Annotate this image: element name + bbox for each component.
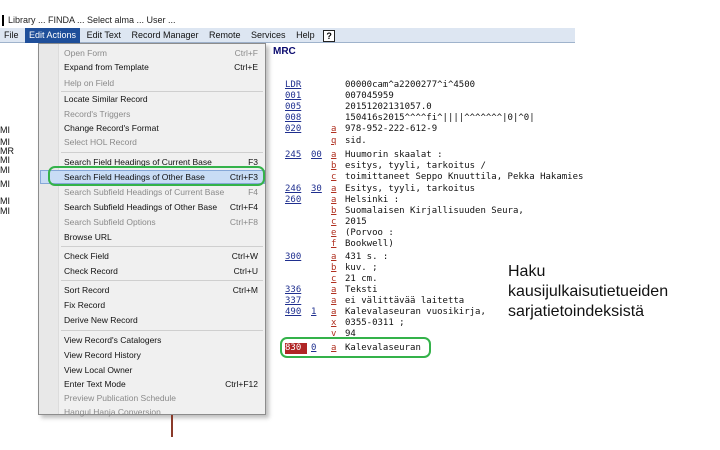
menu-services[interactable]: Services xyxy=(247,28,290,43)
menu-separator xyxy=(61,246,263,247)
menu-record-manager[interactable]: Record Manager xyxy=(127,28,202,43)
tree-item[interactable]: MI xyxy=(0,179,10,189)
edit-actions-dropdown: Open Form Ctrl+F Expand from Template Ctrl… xyxy=(38,43,266,418)
annotation-text: Haku kausijulkaisutietueiden sarjatietoi… xyxy=(508,263,669,320)
tree-item[interactable]: MI xyxy=(0,165,10,175)
menu-separator xyxy=(61,91,263,92)
menu-separator xyxy=(61,280,263,281)
menu-item-search-subfield-options[interactable]: Search Subfield Options Ctrl+F8 xyxy=(64,216,262,228)
menu-item-select-hol-record[interactable]: Select HOL Record xyxy=(64,136,262,148)
menu-item-change-record-format[interactable]: Change Record's Format xyxy=(64,122,262,134)
menu-icon-gutter xyxy=(39,44,59,414)
menu-item-browse-url[interactable]: Browse URL xyxy=(64,231,262,243)
menu-help[interactable]: Help xyxy=(292,28,319,43)
menu-item-check-field[interactable]: Check Field Ctrl+W xyxy=(64,250,262,262)
menu-item-sort-record[interactable]: Sort Record Ctrl+M xyxy=(64,284,262,296)
menu-item-view-record-history[interactable]: View Record History xyxy=(64,349,262,361)
window-title-bar: Library ... FINDA ... Select alma ... Us… xyxy=(0,13,575,28)
menu-edit-text[interactable]: Edit Text xyxy=(83,28,125,43)
menu-item-preview-publication-schedule[interactable]: Preview Publication Schedule xyxy=(64,392,262,404)
help-question-icon[interactable]: ? xyxy=(323,29,336,42)
tree-item[interactable]: MI xyxy=(0,206,10,216)
menu-file[interactable]: File xyxy=(0,28,23,43)
menu-item-view-local-owner[interactable]: View Local Owner xyxy=(64,364,262,376)
menu-item-locate-similar-record[interactable]: Locate Similar Record xyxy=(64,93,262,105)
record-format-header: MRC xyxy=(273,46,296,57)
menu-remote[interactable]: Remote xyxy=(205,28,245,43)
menu-item-hangul-hanja-conversion[interactable]: Hangul Hanja Conversion xyxy=(64,406,262,418)
window-title: Library ... FINDA ... Select alma ... Us… xyxy=(8,15,176,25)
menu-item-check-record[interactable]: Check Record Ctrl+U xyxy=(64,265,262,277)
menu-item-expand-from-template[interactable]: Expand from Template Ctrl+E xyxy=(64,61,262,73)
menu-item-view-record-catalogers[interactable]: View Record's Catalogers xyxy=(64,334,262,346)
record-field-highlight-outline xyxy=(280,337,431,358)
menu-item-highlight-outline xyxy=(48,166,265,186)
left-tree-strip: MI MI MR MI MI MI MI MI xyxy=(0,43,37,373)
menu-item-search-subfield-headings-current[interactable]: Search Subfield Headings of Current Base… xyxy=(64,186,262,198)
tree-item[interactable]: MI xyxy=(0,196,10,206)
menu-item-search-subfield-headings-other[interactable]: Search Subfield Headings of Other Base Ct… xyxy=(64,201,262,213)
title-bar-edge xyxy=(2,15,4,27)
menu-item-help-on-field[interactable]: Help on Field xyxy=(64,77,262,89)
menu-separator xyxy=(61,330,263,331)
menu-edit-actions[interactable]: Edit Actions xyxy=(25,28,81,43)
window-edge-line xyxy=(171,415,173,437)
menu-bar: File Edit Actions Edit Text Record Manag… xyxy=(0,28,575,43)
menu-item-derive-new-record[interactable]: Derive New Record xyxy=(64,314,262,326)
menu-item-open-form[interactable]: Open Form Ctrl+F xyxy=(64,47,262,59)
tree-item[interactable]: MI xyxy=(0,155,10,165)
tree-item[interactable]: MI xyxy=(0,125,10,135)
menu-item-enter-text-mode[interactable]: Enter Text Mode Ctrl+F12 xyxy=(64,378,262,390)
menu-item-fix-record[interactable]: Fix Record xyxy=(64,299,262,311)
menu-item-records-triggers[interactable]: Record's Triggers xyxy=(64,108,262,120)
menu-separator xyxy=(61,152,263,153)
